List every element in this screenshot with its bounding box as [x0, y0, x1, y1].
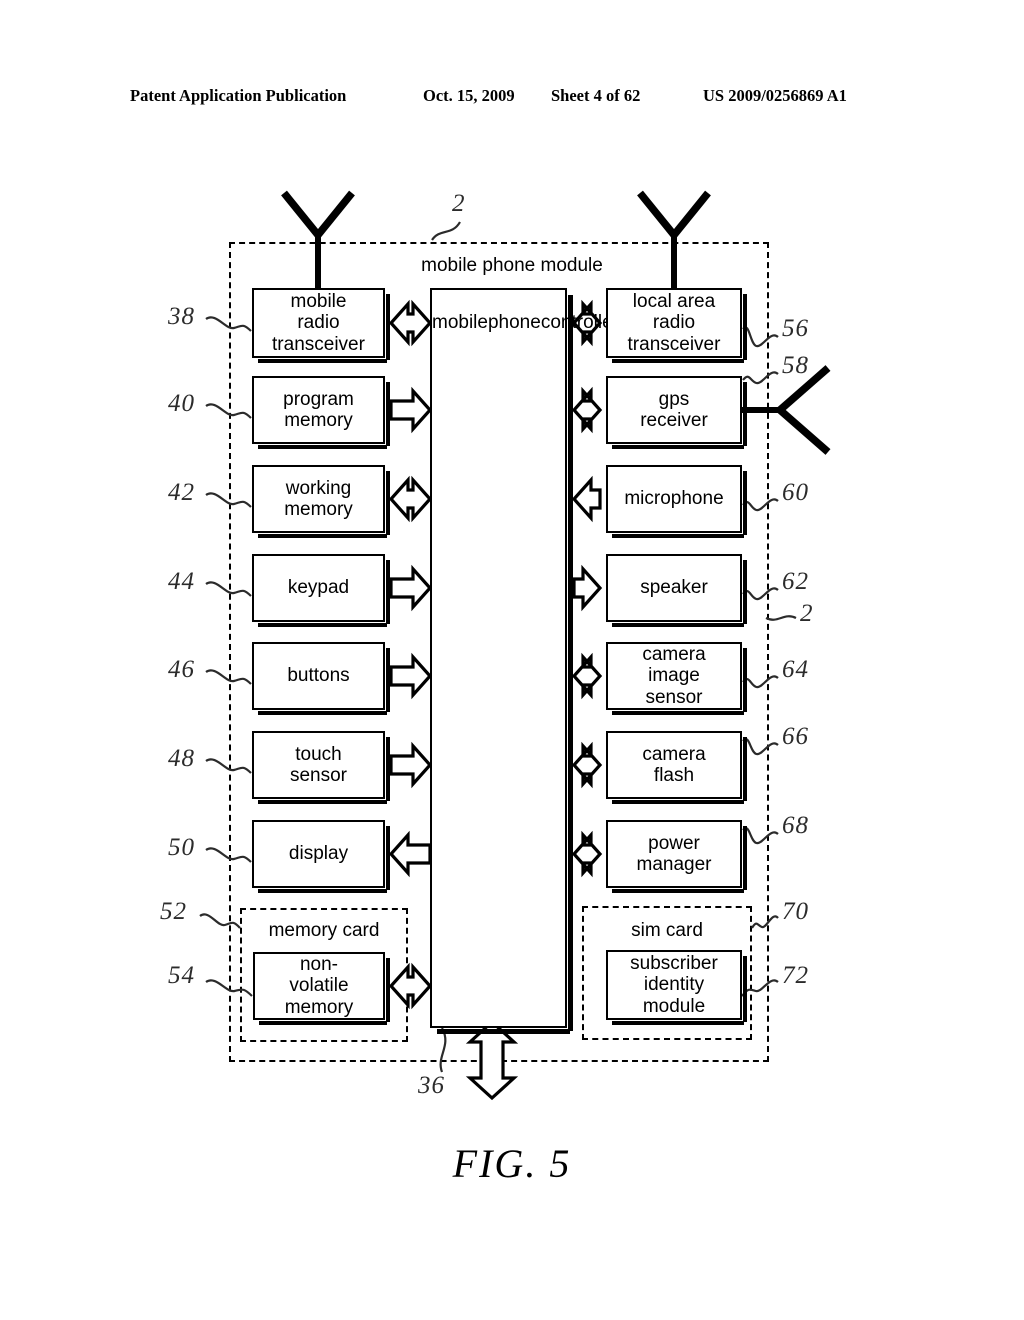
ref-numeral-58: 58: [782, 352, 809, 379]
memory-card-title: memory card: [268, 920, 380, 941]
sim-card-title: sim card: [631, 920, 703, 941]
block-touch-sensor: touch sensor: [252, 731, 390, 804]
controller-label: mobilephonecontroller: [432, 312, 619, 333]
block-power-manager: power manager: [606, 820, 747, 893]
ref-numeral-70: 70: [782, 898, 809, 925]
block-label: program memory: [283, 388, 354, 431]
ref-numeral-48: 48: [168, 745, 195, 772]
ref-numeral-40: 40: [168, 390, 195, 417]
block-buttons: buttons: [252, 642, 390, 715]
mobile-phone-controller-block: mobilephonecontroller: [430, 288, 619, 1034]
block-label: power manager: [636, 832, 712, 875]
block-label: subscriber identity module: [630, 953, 718, 1017]
block-gps-receiver: gps receiver: [606, 376, 747, 449]
ref-numeral-module-2: 2: [452, 190, 466, 217]
ref-numeral-38: 38: [168, 303, 195, 330]
ref-numeral-module-2-side: 2: [800, 600, 814, 627]
ref-numeral-64: 64: [782, 656, 809, 683]
block-working-memory: working memory: [252, 465, 390, 538]
ref-numeral-56: 56: [782, 315, 809, 342]
block-label: non-volatile memory: [284, 954, 354, 1018]
block-label: camera image sensor: [642, 644, 706, 708]
ref-numeral-62: 62: [782, 568, 809, 595]
block-label: display: [288, 843, 349, 865]
ref-numeral-44: 44: [168, 568, 195, 595]
ref-numeral-52: 52: [160, 898, 187, 925]
block-camera-flash: camera flash: [606, 731, 747, 804]
ref-numeral-36: 36: [418, 1072, 445, 1099]
ref-numeral-54: 54: [168, 962, 195, 989]
block-label: speaker: [640, 577, 708, 599]
figure-caption: FIG. 5: [452, 1141, 572, 1186]
block-label: camera flash: [642, 743, 706, 786]
block-label: touch sensor: [289, 743, 348, 786]
figure-5-diagram: mobile phone module mobilephonecontrolle…: [0, 0, 1024, 1320]
block-program-memory: program memory: [252, 376, 390, 449]
block-speaker: speaker: [606, 554, 747, 627]
ref-numeral-46: 46: [168, 656, 195, 683]
ref-numeral-50: 50: [168, 834, 195, 861]
block-label: buttons: [287, 665, 350, 687]
block-keypad: keypad: [252, 554, 390, 627]
block-microphone: microphone: [606, 465, 747, 538]
module-title: mobile phone module: [421, 255, 603, 276]
block-label: local area radio transceiver: [627, 291, 721, 355]
block-mobile-radio-transceiver: mobile radio transceiver: [252, 288, 390, 363]
block-label: keypad: [287, 577, 350, 599]
block-label: working memory: [284, 477, 353, 520]
ref-numeral-42: 42: [168, 479, 195, 506]
block-non-volatile-memory: non-volatile memory: [253, 952, 390, 1025]
block-display: display: [252, 820, 390, 893]
ref-numeral-60: 60: [782, 479, 809, 506]
ref-numeral-68: 68: [782, 812, 809, 839]
block-label: gps receiver: [640, 388, 708, 431]
block-camera-image-sensor: camera image sensor: [606, 642, 747, 715]
block-subscriber-identity-module: subscriber identity module: [606, 950, 747, 1025]
ref-numeral-72: 72: [782, 962, 809, 989]
ref-numeral-66: 66: [782, 723, 809, 750]
block-localarea-radio-transceiver: local area radio transceiver: [606, 288, 747, 363]
block-label: microphone: [624, 488, 724, 510]
block-label: mobile radio transceiver: [272, 291, 365, 355]
